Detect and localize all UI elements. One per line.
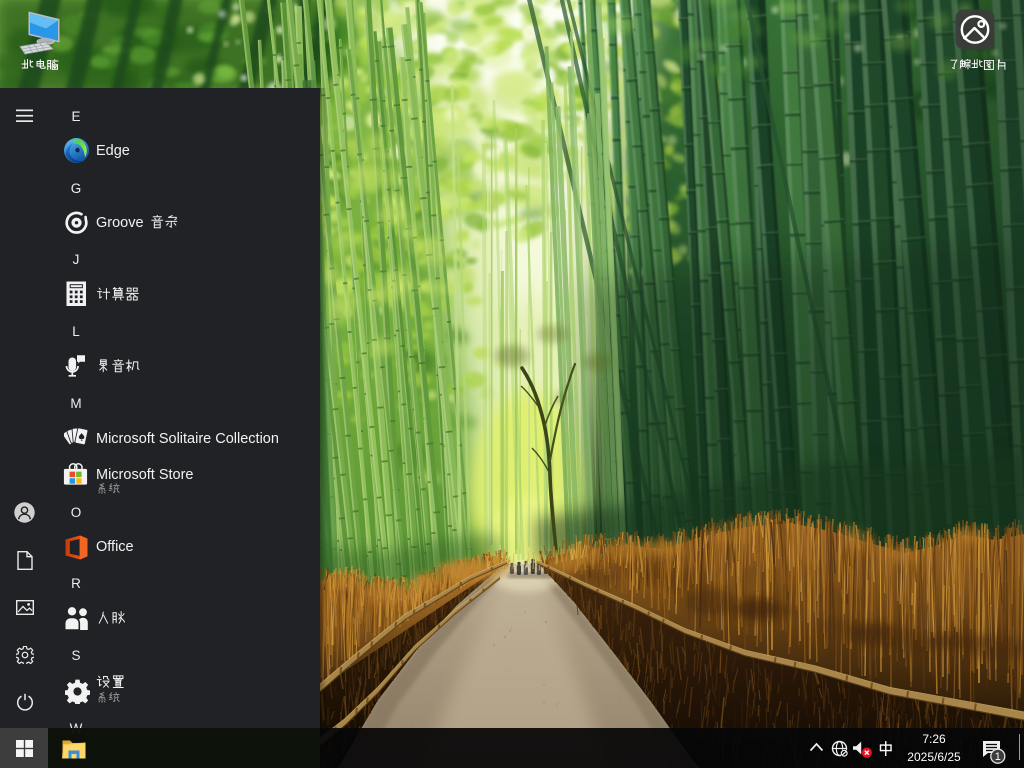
svg-text:1: 1 (995, 751, 1001, 763)
